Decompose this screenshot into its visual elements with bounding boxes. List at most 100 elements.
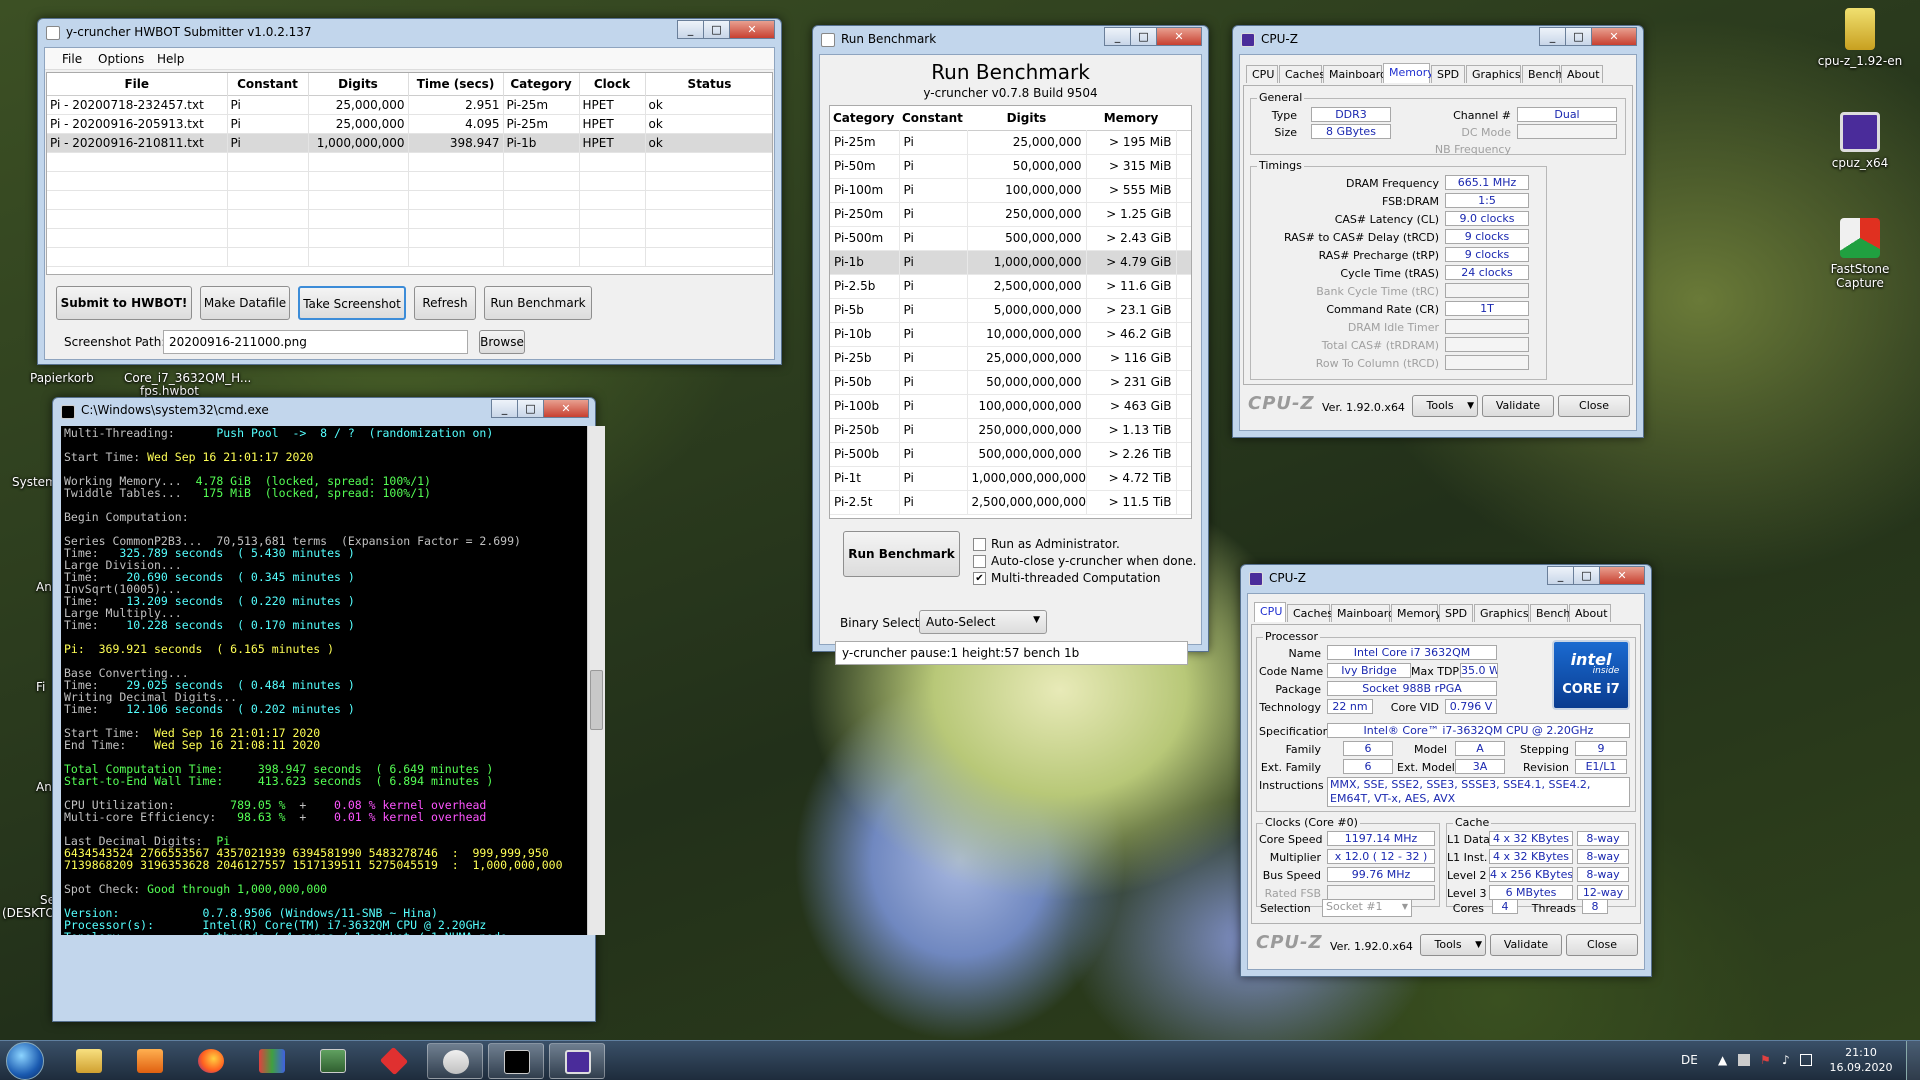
col-constant[interactable]: Constant [899, 106, 967, 130]
browse-button[interactable]: Browse [479, 330, 525, 354]
tab-graphics[interactable]: Graphics [1474, 604, 1529, 622]
maximize-button[interactable]: □ [703, 20, 730, 39]
option-row[interactable]: Auto-close y-cruncher when done. [973, 554, 1196, 568]
close-button[interactable]: ✕ [729, 20, 775, 39]
console-scrollbar[interactable] [587, 426, 605, 935]
tab-bench[interactable]: Bench [1522, 65, 1562, 83]
col-constant[interactable]: Constant [227, 73, 309, 95]
tab-mainboard[interactable]: Mainboard [1323, 65, 1387, 83]
command-line-field[interactable]: y-cruncher pause:1 height:57 bench 1b [835, 641, 1188, 665]
col-memory[interactable]: Memory [1086, 106, 1176, 130]
desktop-label-fi[interactable]: Fi [36, 680, 45, 694]
table-row[interactable]: Pi - 20200718-232457.txt Pi 25,000,000 2.95… [47, 95, 772, 114]
menu-file[interactable]: File [62, 52, 82, 66]
screenshot-path-input[interactable]: 20200916-211000.png [163, 330, 468, 354]
desktop-label-an1[interactable]: An [36, 580, 52, 594]
tab-memory[interactable]: Memory [1391, 604, 1442, 622]
col-status[interactable]: Status [645, 73, 772, 95]
table-row[interactable]: Pi-25b Pi 25,000,000,000 > 116 GiB [830, 346, 1191, 370]
tray-app-icon[interactable] [1738, 1054, 1750, 1066]
minimize-button[interactable]: _ [677, 20, 704, 39]
taskbar-cpuz[interactable] [549, 1043, 605, 1079]
table-row[interactable]: Pi-500m Pi 500,000,000 > 2.43 GiB [830, 226, 1191, 250]
table-row[interactable]: Pi-50b Pi 50,000,000,000 > 231 GiB [830, 370, 1191, 394]
run-benchmark-button[interactable]: Run Benchmark [843, 531, 960, 577]
checkbox-checked[interactable]: ✔ [973, 572, 986, 585]
tools-button[interactable]: Tools ▼ [1420, 934, 1486, 956]
desktop-label-an2[interactable]: An [36, 780, 52, 794]
refresh-button[interactable]: Refresh [414, 286, 476, 320]
network-icon[interactable] [1800, 1054, 1812, 1066]
taskbar-explorer[interactable] [61, 1043, 117, 1079]
menu-help[interactable]: Help [157, 52, 184, 66]
table-row[interactable]: Pi-1t Pi 1,000,000,000,000 > 4.72 TiB [830, 466, 1191, 490]
col-time[interactable]: Time (secs) [408, 73, 504, 95]
taskbar-app4[interactable] [244, 1043, 300, 1079]
close-button[interactable]: ✕ [543, 399, 589, 418]
volume-icon[interactable]: ♪ [1782, 1053, 1790, 1067]
table-row[interactable] [47, 190, 772, 209]
tab-graphics[interactable]: Graphics [1466, 65, 1521, 83]
take-screenshot-button[interactable]: Take Screenshot [298, 286, 406, 320]
make-datafile-button[interactable]: Make Datafile [200, 286, 290, 320]
option-row[interactable]: ✔ Multi-threaded Computation [973, 571, 1161, 585]
col-clock[interactable]: Clock [579, 73, 646, 95]
maximize-button[interactable]: □ [517, 399, 544, 418]
selection-dropdown[interactable]: Socket #1 ▼ [1322, 899, 1412, 917]
validate-button[interactable]: Validate [1490, 934, 1562, 956]
tab-bench[interactable]: Bench [1530, 604, 1570, 622]
submit-hwbot-button[interactable]: Submit to HWBOT! [56, 286, 192, 320]
hwbot-titlebar[interactable]: y-cruncher HWBOT Submitter v1.0.2.137 [38, 19, 781, 47]
table-row[interactable]: Pi-10b Pi 10,000,000,000 > 46.2 GiB [830, 322, 1191, 346]
table-row[interactable]: Pi-2.5t Pi 2,500,000,000,000 > 11.5 TiB [830, 490, 1191, 514]
table-row[interactable]: Pi-250m Pi 250,000,000 > 1.25 GiB [830, 202, 1191, 226]
menu-options[interactable]: Options [98, 52, 144, 66]
desktop-icon-cpuz-zip[interactable]: cpu-z_1.92-en [1805, 8, 1915, 68]
table-row[interactable] [47, 228, 772, 247]
desktop-label-system[interactable]: System [12, 475, 57, 489]
col-digits[interactable]: Digits [967, 106, 1086, 130]
scrollbar-thumb[interactable] [590, 670, 603, 730]
language-indicator[interactable]: DE [1681, 1053, 1698, 1067]
validate-button[interactable]: Validate [1482, 395, 1554, 417]
table-row[interactable]: Pi-100m Pi 100,000,000 > 555 MiB [830, 178, 1191, 202]
taskbar-anydesk[interactable] [366, 1043, 422, 1079]
tab-caches[interactable]: Caches [1287, 604, 1333, 622]
close-button[interactable]: ✕ [1599, 566, 1645, 585]
table-row[interactable] [47, 152, 772, 171]
minimize-button[interactable]: _ [1104, 27, 1131, 46]
checkbox[interactable] [973, 538, 986, 551]
taskbar-java[interactable] [427, 1043, 483, 1079]
minimize-button[interactable]: _ [1547, 566, 1574, 585]
tab-spd[interactable]: SPD [1431, 65, 1465, 83]
col-file[interactable]: File [47, 73, 228, 95]
tab-cpu[interactable]: CPU [1246, 65, 1278, 83]
desktop-label-recycle[interactable]: Papierkorb [30, 371, 94, 385]
minimize-button[interactable]: _ [491, 399, 518, 418]
clock[interactable]: 21:10 16.09.2020 [1826, 1045, 1896, 1075]
taskbar-firefox[interactable] [183, 1043, 239, 1079]
maximize-button[interactable]: □ [1565, 27, 1592, 46]
taskbar-cmd[interactable] [488, 1043, 544, 1079]
minimize-button[interactable]: _ [1539, 27, 1566, 46]
col-digits[interactable]: Digits [308, 73, 409, 95]
close-button[interactable]: ✕ [1156, 27, 1202, 46]
table-row[interactable]: Pi-25m Pi 25,000,000 > 195 MiB [830, 130, 1191, 154]
run-benchmark-open-button[interactable]: Run Benchmark [484, 286, 592, 320]
table-row[interactable]: Pi-100b Pi 100,000,000,000 > 463 GiB [830, 394, 1191, 418]
close-app-button[interactable]: Close [1558, 395, 1630, 417]
taskbar-app5[interactable] [305, 1043, 361, 1079]
tab-caches[interactable]: Caches [1279, 65, 1325, 83]
table-row[interactable]: Pi-1b Pi 1,000,000,000 > 4.79 GiB [830, 250, 1191, 274]
console-output[interactable]: Multi-Threading: Push Pool -> 8 / ? (ran… [61, 426, 587, 935]
tab-cpu[interactable]: CPU [1254, 602, 1286, 622]
table-row[interactable]: Pi - 20200916-205913.txt Pi 25,000,000 4.09… [47, 114, 772, 133]
table-row[interactable]: Pi-50m Pi 50,000,000 > 315 MiB [830, 154, 1191, 178]
option-row[interactable]: Run as Administrator. [973, 537, 1120, 551]
desktop-label-file[interactable]: Core_i7_3632QM_H... [124, 371, 251, 385]
table-row[interactable]: Pi-5b Pi 5,000,000,000 > 23.1 GiB [830, 298, 1191, 322]
tab-mainboard[interactable]: Mainboard [1331, 604, 1395, 622]
tray-flag-icon[interactable]: ⚑ [1760, 1053, 1771, 1067]
binary-select-dropdown[interactable]: Auto-Select ▼ [919, 610, 1047, 634]
tab-memory[interactable]: Memory [1383, 63, 1434, 83]
